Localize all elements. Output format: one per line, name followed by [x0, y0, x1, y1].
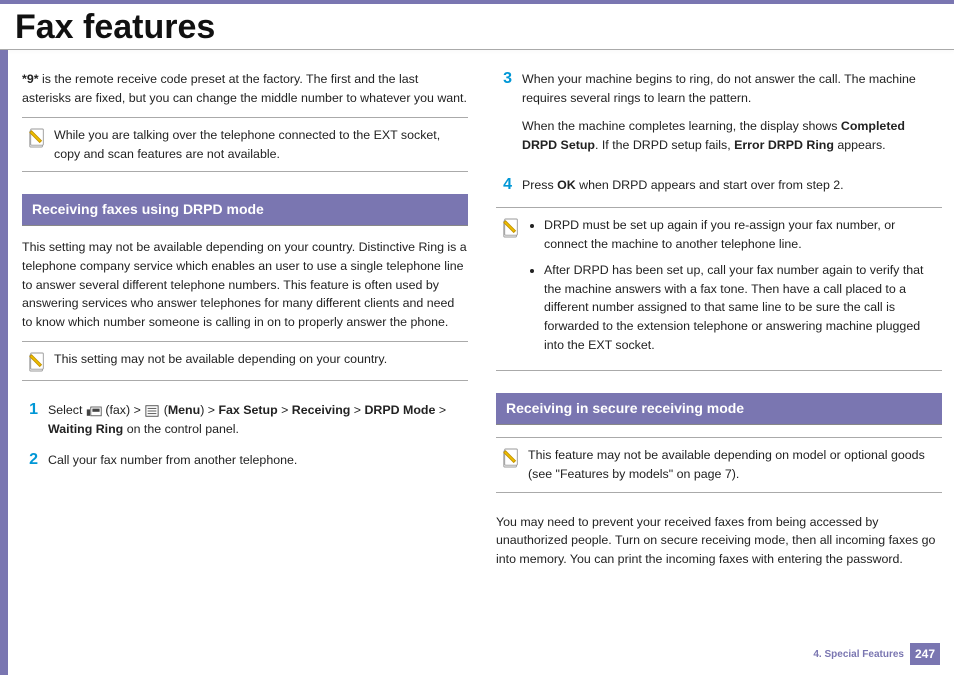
note-icon [502, 448, 520, 468]
left-accent-stripe [0, 50, 8, 675]
page-footer: 4. Special Features 247 [813, 643, 940, 665]
step-3-line1: When your machine begins to ring, do not… [522, 70, 942, 107]
content-columns: *9* is the remote receive code preset at… [0, 50, 954, 578]
section-heading-secure: Receiving in secure receiving mode [496, 393, 942, 425]
step-3-text: When your machine begins to ring, do not… [522, 70, 942, 164]
note-item: DRPD must be set up again if you re-assi… [544, 216, 936, 253]
secure-description: You may need to prevent your received fa… [496, 513, 942, 569]
note-box-drpd-setup: DRPD must be set up again if you re-assi… [496, 207, 942, 371]
note-box-ext-socket: While you are talking over the telephone… [22, 117, 468, 172]
step-2-text: Call your fax number from another teleph… [48, 451, 468, 470]
step-3-line2: When the machine completes learning, the… [522, 117, 942, 154]
note-box-country: This setting may not be available depend… [22, 341, 468, 381]
intro-paragraph: *9* is the remote receive code preset at… [22, 70, 468, 107]
page-title: Fax features [15, 8, 954, 49]
note-list: DRPD must be set up again if you re-assi… [528, 216, 936, 362]
step-1: 1 Select (fax) > (Menu) > Fax Setup > Re… [22, 401, 468, 438]
step-number: 4 [496, 176, 512, 193]
intro-text: is the remote receive code preset at the… [22, 72, 467, 105]
menu-icon [144, 404, 160, 418]
section-heading-drpd: Receiving faxes using DRPD mode [22, 194, 468, 226]
note-icon [28, 352, 46, 372]
step-2: 2 Call your fax number from another tele… [22, 451, 468, 470]
step-1-text: Select (fax) > (Menu) > Fax Setup > Rece… [48, 401, 468, 438]
note-box-feature-availability: This feature may not be available depend… [496, 437, 942, 492]
step-number: 1 [22, 401, 38, 418]
right-column: 3 When your machine begins to ring, do n… [496, 70, 942, 578]
note-text: While you are talking over the telephone… [54, 126, 462, 163]
step-4: 4 Press OK when DRPD appears and start o… [496, 176, 942, 195]
chapter-label: 4. Special Features [813, 649, 904, 660]
note-icon [28, 128, 46, 148]
fax-icon [86, 404, 102, 418]
note-icon [502, 218, 520, 238]
step-number: 2 [22, 451, 38, 468]
step-4-text: Press OK when DRPD appears and start ove… [522, 176, 942, 195]
step-3: 3 When your machine begins to ring, do n… [496, 70, 942, 164]
drpd-description: This setting may not be available depend… [22, 238, 468, 331]
note-text: This feature may not be available depend… [528, 446, 936, 483]
note-text: This setting may not be available depend… [54, 350, 462, 369]
page-number: 247 [910, 643, 940, 665]
note-item: After DRPD has been set up, call your fa… [544, 261, 936, 354]
left-column: *9* is the remote receive code preset at… [22, 70, 468, 578]
page-header: Fax features [0, 0, 954, 49]
step-number: 3 [496, 70, 512, 87]
preset-code: *9* [22, 72, 39, 86]
